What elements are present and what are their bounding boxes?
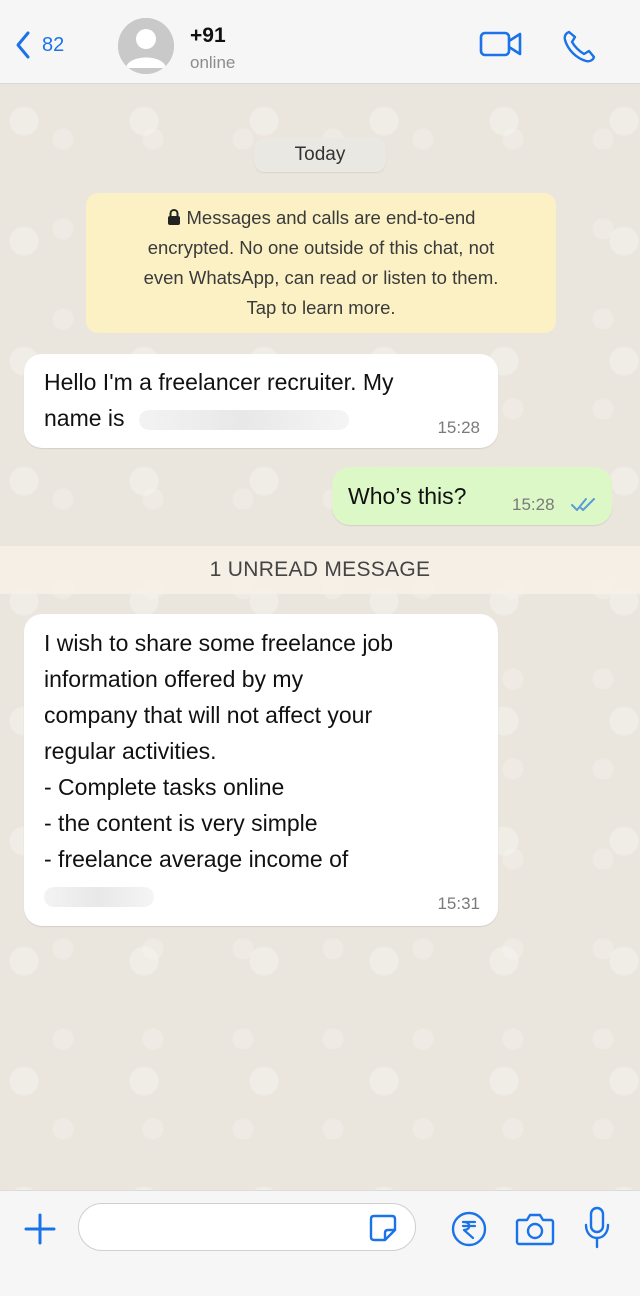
encryption-line-3: even WhatsApp, can read or listen to the… bbox=[143, 267, 499, 288]
chevron-left-icon bbox=[16, 31, 30, 59]
outgoing-message-bubble[interactable]: Who’s this? 15:28 bbox=[332, 467, 612, 525]
microphone-icon[interactable] bbox=[582, 1205, 612, 1251]
default-avatar-icon bbox=[118, 18, 174, 74]
encryption-learn-more[interactable]: Tap to learn more. bbox=[102, 293, 540, 323]
incoming-message-bubble[interactable]: I wish to share some freelance job infor… bbox=[24, 614, 498, 926]
contact-status: online bbox=[190, 53, 236, 72]
rupee-icon[interactable] bbox=[450, 1210, 488, 1248]
message-time: 15:31 bbox=[437, 894, 480, 913]
message-text-line: - Complete tasks online bbox=[44, 774, 285, 800]
chat-header: 82 +91 online bbox=[0, 0, 640, 84]
camera-icon[interactable] bbox=[514, 1210, 556, 1248]
message-text-line: - freelance average income of bbox=[44, 846, 349, 872]
message-text-line: information offered by my bbox=[44, 666, 304, 692]
message-text-line: I wish to share some freelance job bbox=[44, 630, 394, 656]
double-tick-icon bbox=[571, 498, 595, 511]
message-text: Who’s this? bbox=[348, 483, 467, 509]
encryption-line-1: Messages and calls are end-to-end bbox=[186, 207, 476, 228]
unread-messages-divider: 1 UNREAD MESSAGE bbox=[0, 546, 640, 594]
lock-icon bbox=[167, 209, 180, 225]
message-time: 15:28 bbox=[437, 418, 480, 437]
message-time: 15:28 bbox=[512, 495, 555, 514]
phone-icon[interactable] bbox=[560, 28, 600, 64]
plus-icon[interactable] bbox=[22, 1211, 58, 1247]
unread-chats-count: 82 bbox=[42, 33, 65, 56]
message-composer bbox=[0, 1190, 640, 1296]
avatar[interactable] bbox=[118, 18, 174, 74]
message-text-line: Hello I'm a freelancer recruiter. My bbox=[44, 369, 394, 395]
back-button[interactable]: 82 bbox=[14, 30, 64, 60]
video-camera-icon[interactable] bbox=[478, 28, 524, 60]
message-text-line: company that will not affect your bbox=[44, 702, 373, 728]
redacted-text bbox=[138, 409, 349, 430]
incoming-message-bubble[interactable]: Hello I'm a freelancer recruiter. My nam… bbox=[24, 354, 498, 448]
encryption-notice[interactable]: Messages and calls are end-to-end encryp… bbox=[86, 193, 556, 333]
sticker-icon[interactable] bbox=[368, 1213, 398, 1243]
message-input[interactable] bbox=[78, 1203, 416, 1251]
encryption-line-2: encrypted. No one outside of this chat, … bbox=[147, 237, 495, 258]
contact-name[interactable]: +91 bbox=[190, 24, 226, 48]
message-text-line: - the content is very simple bbox=[44, 810, 318, 836]
redacted-text bbox=[44, 886, 154, 907]
date-separator: Today bbox=[254, 138, 386, 172]
message-text-line: name is bbox=[44, 405, 125, 431]
message-text-line: regular activities. bbox=[44, 738, 217, 764]
